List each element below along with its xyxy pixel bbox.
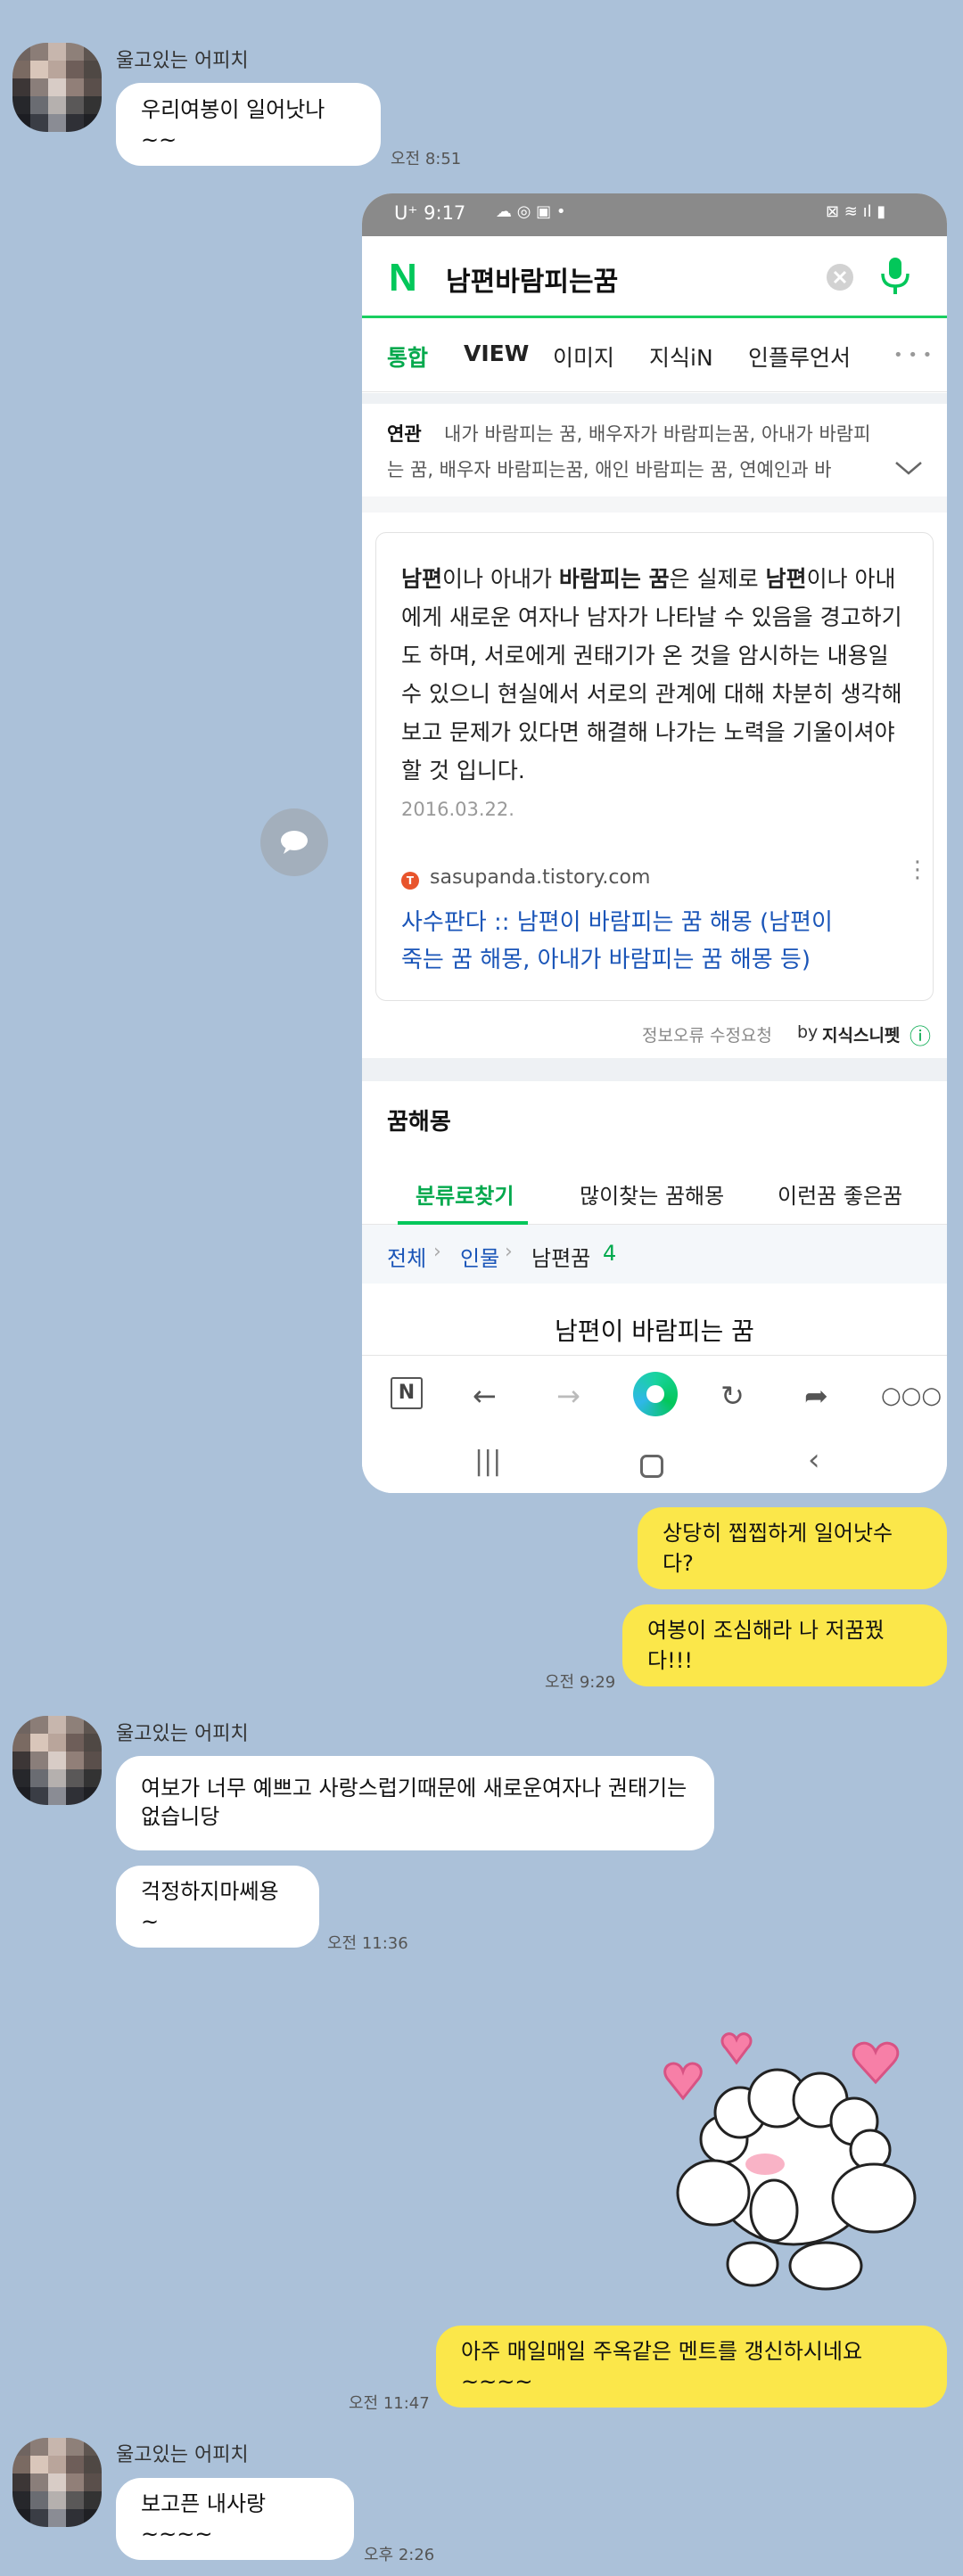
puppy-sticker-image[interactable] (642, 2023, 936, 2309)
related-label: 연관 (387, 423, 422, 445)
dream-interpretation-section: 꿈해몽 분류로찾기 많이찾는 꿈해몽 이런꿈 좋은꿈 전체 › 인물 › 남편꿈… (362, 1082, 947, 1376)
divider (362, 496, 947, 513)
share-button[interactable] (260, 808, 328, 876)
crumb-count: 4 (603, 1241, 617, 1266)
recent-apps-icon[interactable]: ||| (474, 1446, 501, 1477)
source-site[interactable]: sasupanda.tistory.com (430, 866, 650, 889)
divider (362, 1058, 947, 1081)
message-bubble[interactable]: 보고픈 내사랑~~~~ (116, 2478, 354, 2560)
speech-bubble-icon (281, 831, 308, 854)
snippet-text: 남편이나 아내가 바람피는 꿈은 실제로 남편이나 아내에게 새로운 여자나 남… (401, 560, 911, 790)
source-link-title-line-1[interactable]: 사수판다 :: 남편이 바람피는 꿈 해몽 (남편이 (401, 904, 833, 937)
message-time: 오전 11:47 (349, 2394, 430, 2413)
knowledge-snippet-card: 남편이나 아내가 바람피는 꿈은 실제로 남편이나 아내에게 새로운 여자나 남… (375, 532, 934, 1001)
home-icon[interactable] (640, 1455, 663, 1478)
crumb-husband[interactable]: 남편꿈 (531, 1241, 590, 1272)
tab-influencer[interactable]: 인플루언서 (748, 340, 851, 373)
shared-screenshot-image[interactable]: U⁺ 9:17 ☁ ◎ ▣ • ⊠ ≋ ıl ▮ N 남편바람피는꿈 통합 VI… (362, 193, 947, 1493)
status-bar: U⁺ 9:17 ☁ ◎ ▣ • ⊠ ≋ ıl ▮ (362, 193, 947, 236)
android-nav-bar: ||| ‹ (362, 1437, 947, 1493)
crumb-separator-icon: › (433, 1241, 441, 1263)
source-link-title-line-2[interactable]: 죽는 꿈 해몽, 아내가 바람피는 꿈 해몽 등) (401, 941, 811, 974)
message-bubble[interactable]: 우리여봉이 일어낫나~~ (116, 83, 381, 166)
more-options-icon[interactable]: ⋮ (906, 858, 929, 882)
section-title: 꿈해몽 (387, 1109, 451, 1136)
clear-icon[interactable] (826, 263, 854, 291)
sender-name: 울고있는 어피치 (116, 2444, 249, 2466)
tab-view[interactable]: VIEW (464, 340, 529, 366)
search-tabs: 통합 VIEW 이미지 지식iN 인플루언서 • • • (362, 321, 947, 392)
avatar[interactable] (12, 2438, 102, 2527)
snippet-text-part: 은 실제로 (669, 566, 766, 592)
snippet-highlight: 남편 (401, 566, 443, 592)
snippet-highlight: 바람피는 꿈 (558, 566, 670, 592)
message-time: 오전 8:51 (391, 150, 462, 168)
snippet-text-part: 이나 아 (806, 566, 876, 592)
more-tabs-icon[interactable]: • • • (893, 346, 932, 365)
provider-by: by (797, 1022, 819, 1042)
home-n-icon[interactable]: N (391, 1377, 423, 1409)
snippet-date: 2016.03.22. (401, 799, 514, 820)
result-title: 남편이 바람피는 꿈 (555, 1317, 754, 1346)
search-query[interactable]: 남편바람피는꿈 (446, 259, 618, 299)
status-carrier-time: U⁺ 9:17 (394, 202, 466, 224)
related-line-2[interactable]: 는 꿈, 배우자 바람피는꿈, 애인 바람피는 꿈, 연예인과 바 (387, 455, 876, 482)
divider (362, 393, 947, 404)
crumb-all[interactable]: 전체 (387, 1241, 426, 1272)
back-nav-icon[interactable]: ‹ (808, 1442, 820, 1478)
tistory-favicon-icon: T (401, 872, 419, 890)
snippet-footer: 정보오류 수정요청 by 지식스니펫 ⓘ (362, 1012, 947, 1056)
message-bubble[interactable]: 상당히 찝찝하게 일어낫수다? (638, 1507, 947, 1589)
message-bubble[interactable]: 걱정하지마쎄용~ (116, 1866, 319, 1948)
sender-name: 울고있는 어피치 (116, 50, 249, 72)
crumb-separator-icon: › (505, 1241, 513, 1263)
message-bubble[interactable]: 여보가 너무 예쁘고 사랑스럽기때문에 새로운여자나 권태기는 없습니당 (116, 1756, 714, 1850)
browser-toolbar: N ← → ↻ ➦ ○○○ (362, 1355, 947, 1437)
tab-good-dreams[interactable]: 이런꿈 좋은꿈 (778, 1178, 902, 1210)
dream-tabs: 분류로찾기 많이찾는 꿈해몽 이런꿈 좋은꿈 (362, 1159, 947, 1225)
search-bar[interactable]: N 남편바람피는꿈 (362, 236, 947, 318)
status-icons: ☁ ◎ ▣ • (496, 202, 566, 221)
message-bubble[interactable]: 여봉이 조심해라 나 저꿈꿨다!!! (622, 1604, 947, 1686)
message-time: 오전 11:36 (327, 1934, 408, 1953)
sender-name: 울고있는 어피치 (116, 1723, 249, 1745)
tab-images[interactable]: 이미지 (553, 340, 614, 373)
message-time: 오전 9:29 (545, 1673, 616, 1692)
more-icon[interactable]: ○○○ (881, 1382, 942, 1409)
message-time: 오후 2:26 (364, 2546, 435, 2564)
provider-name: 지식스니펫 (822, 1026, 901, 1046)
tab-knowledge-in[interactable]: 지식iN (649, 340, 713, 373)
snippet-text-part: 이나 아내가 (442, 566, 559, 592)
snippet-highlight: 남편 (765, 566, 807, 592)
refresh-icon[interactable]: ↻ (720, 1379, 745, 1413)
related-searches[interactable]: 연관 내가 바람피는 꿈, 배우자가 바람피는꿈, 아내가 바람피 는 꿈, 배… (362, 404, 947, 493)
naver-logo[interactable]: N (389, 256, 417, 300)
mic-icon[interactable] (879, 256, 911, 297)
status-system-icons: ⊠ ≋ ıl ▮ (826, 202, 886, 221)
breadcrumb: 전체 › 인물 › 남편꿈 4 (362, 1225, 947, 1284)
crumb-person[interactable]: 인물 (460, 1241, 499, 1272)
snippet-text-part: 내에게 새로운 여자나 남자가 나타날 수 있음을 경고하기도 하며, 서로에게… (401, 566, 902, 783)
green-dot-icon[interactable] (633, 1372, 678, 1416)
share-icon[interactable]: ➦ (804, 1379, 828, 1413)
back-icon[interactable]: ← (473, 1379, 497, 1413)
avatar[interactable] (12, 1716, 102, 1805)
tab-integrated[interactable]: 통합 (387, 340, 428, 373)
avatar[interactable] (12, 43, 102, 132)
message-bubble[interactable]: 아주 매일매일 주옥같은 멘트를 갱신하시네요~~~~ (436, 2326, 947, 2408)
info-icon[interactable]: ⓘ (910, 1019, 931, 1050)
forward-icon[interactable]: → (556, 1379, 580, 1413)
related-line-1[interactable]: 내가 바람피는 꿈, 배우자가 바람피는꿈, 아내가 바람피 (444, 420, 870, 447)
chevron-down-icon[interactable] (893, 459, 924, 477)
tab-by-category[interactable]: 분류로찾기 (416, 1178, 514, 1210)
report-error-link[interactable]: 정보오류 수정요청 (642, 1022, 772, 1046)
tab-popular[interactable]: 많이찾는 꿈해몽 (580, 1178, 724, 1210)
